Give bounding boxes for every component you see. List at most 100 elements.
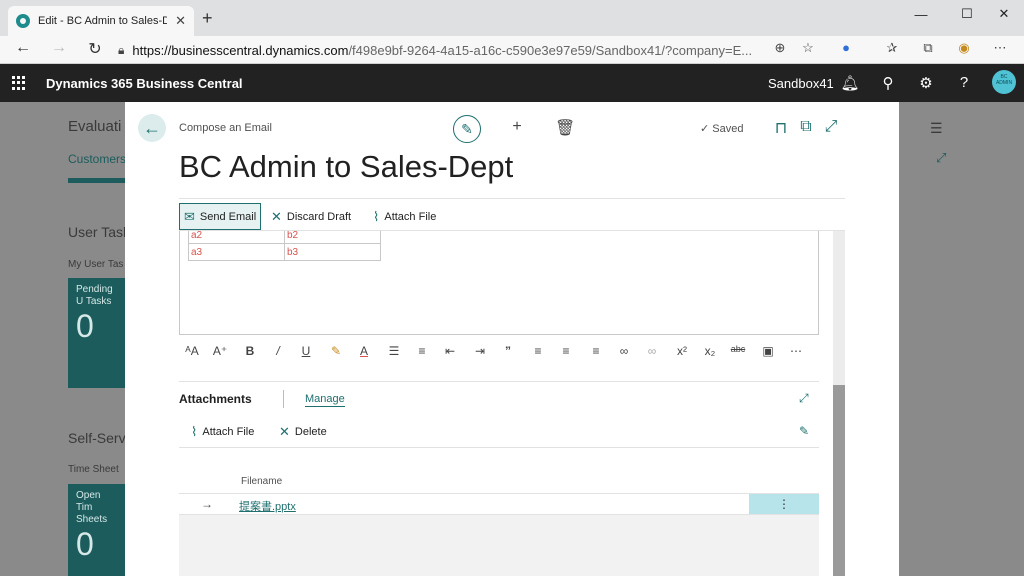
favorites-icon[interactable]: ✰	[882, 40, 902, 56]
table-cell: a3	[188, 243, 285, 261]
filename-column-header[interactable]: Filename	[241, 476, 282, 487]
formatting-toolbar: ᴬA A⁺ B / U ✎ A ☰ ≡ ⇤ ⇥ ” ≡ ≡ ≡ ∞ ∞ x² x…	[179, 342, 819, 364]
list-icon[interactable]: ☰	[930, 120, 943, 137]
help-icon[interactable]: ?	[954, 74, 974, 91]
underline-icon[interactable]: U	[297, 344, 315, 358]
action-bar: ✉ Send Email ✕ Discard Draft ⌇ Attach Fi…	[179, 198, 845, 231]
italic-icon[interactable]: /	[269, 344, 287, 358]
quote-icon[interactable]: ”	[499, 344, 517, 358]
expand-icon[interactable]: ⤢	[936, 150, 946, 166]
open-time-sheets-value: 0	[76, 526, 94, 562]
pending-tasks-tile[interactable]: Pending U Tasks 0	[68, 278, 126, 388]
table-row: a3 b3	[188, 243, 381, 261]
open-time-sheets-tile[interactable]: Open Tim Sheets 0	[68, 484, 126, 576]
attach-file-button[interactable]: ⌇ Attach File	[369, 203, 440, 230]
increase-indent-icon[interactable]: ⇥	[471, 344, 489, 358]
tab-close-icon[interactable]: ✕	[175, 13, 186, 29]
user-tasks-heading: User Task	[68, 224, 130, 240]
minimize-button[interactable]: —	[898, 0, 944, 28]
extension-icon[interactable]: ●	[836, 40, 856, 55]
new-plus-button[interactable]: +	[507, 118, 527, 136]
font-color-icon[interactable]: A	[355, 344, 373, 358]
attachments-attach-file-button[interactable]: ⌇ Attach File	[191, 424, 254, 440]
scrollbar-thumb[interactable]	[833, 385, 845, 576]
browser-tab[interactable]: Edit - BC Admin to Sales-Dept - ✕	[8, 6, 194, 36]
send-email-label: Send Email	[199, 210, 257, 223]
address-bar[interactable]: 🔒︎ https://businesscentral.dynamics.com/…	[118, 39, 823, 61]
time-sheets-label: Time Sheet	[68, 464, 119, 475]
page-caption: Compose an Email	[179, 122, 272, 134]
insert-image-icon[interactable]: ▣	[759, 344, 777, 358]
delete-trash-icon[interactable]: 🗑︎	[555, 118, 575, 138]
close-window-button[interactable]: ✕	[984, 0, 1024, 28]
discard-draft-button[interactable]: ✕ Discard Draft	[267, 203, 355, 230]
strikethrough-icon[interactable]: abc	[729, 344, 747, 354]
attachments-attach-file-label: Attach File	[202, 426, 255, 438]
collections-icon[interactable]: ⧉	[918, 40, 938, 56]
back-arrow-icon[interactable]: ←	[12, 39, 34, 57]
personalize-pin-icon[interactable]: ✎	[799, 424, 809, 438]
numbered-list-icon[interactable]: ≡	[413, 344, 431, 358]
font-size-icon[interactable]: A⁺	[211, 344, 229, 358]
decrease-indent-icon[interactable]: ⇤	[441, 344, 459, 358]
table-row: a2 b2	[188, 231, 381, 244]
edit-pencil-button[interactable]: ✎	[453, 115, 481, 143]
send-email-icon: ✉	[184, 208, 195, 224]
browser-tabstrip: Edit - BC Admin to Sales-Dept - ✕ + — ☐ …	[0, 0, 1024, 36]
new-tab-button[interactable]: +	[202, 8, 213, 29]
app-launcher-icon[interactable]	[12, 76, 26, 90]
collapse-icon[interactable]: ⤢	[821, 118, 841, 136]
app-name: Dynamics 365 Business Central	[46, 76, 243, 91]
font-icon[interactable]: ᴬA	[183, 344, 201, 358]
bc-app-bar: Dynamics 365 Business Central Sandbox41 …	[0, 64, 1024, 102]
url-path: /f498e9bf-9264-4a15-a16c-c590e3e97e59/Sa…	[348, 42, 753, 58]
attachments-list-body	[179, 515, 819, 576]
profile-icon[interactable]: ◉	[954, 40, 974, 56]
align-center-icon[interactable]: ≡	[557, 344, 575, 358]
attachments-actions: ⌇ Attach File ✕ Delete ✎	[179, 418, 819, 448]
refresh-icon[interactable]: ↻	[84, 39, 106, 59]
user-avatar[interactable]: BC ADMIN	[992, 70, 1016, 94]
manage-tab[interactable]: Manage	[305, 393, 345, 407]
search-icon[interactable]: ⚲	[878, 74, 898, 92]
filename-link[interactable]: 提案書.pptx	[239, 498, 296, 514]
table-row[interactable]: → 提案書.pptx ⋮	[179, 493, 819, 515]
forward-arrow-icon[interactable]: →	[48, 39, 70, 57]
site-permissions-icon[interactable]: ⊕	[770, 40, 790, 56]
unlink-icon[interactable]: ∞	[643, 344, 661, 358]
notification-bell-icon[interactable]: 🔔︎	[840, 74, 860, 92]
saved-label: Saved	[712, 123, 744, 135]
email-body-editor[interactable]: a2 b2 a3 b3	[179, 231, 819, 335]
settings-gear-icon[interactable]: ⚙	[916, 74, 936, 92]
lock-icon: 🔒︎	[118, 42, 125, 57]
back-button[interactable]: ←	[138, 114, 166, 142]
more-format-icon[interactable]: ⋯	[787, 344, 805, 358]
bookmark-icon[interactable]: ⊓	[771, 118, 791, 138]
bold-icon[interactable]: B	[241, 344, 259, 358]
attachments-delete-button[interactable]: ✕ Delete	[279, 424, 327, 440]
row-menu-icon[interactable]: ⋮	[749, 494, 819, 514]
divider	[283, 390, 284, 408]
align-right-icon[interactable]: ≡	[587, 344, 605, 358]
attachments-title: Attachments	[179, 392, 252, 406]
expand-part-icon[interactable]: ⤢	[799, 391, 809, 406]
superscript-icon[interactable]: x²	[673, 344, 691, 358]
open-new-window-icon[interactable]: ⧉	[796, 118, 816, 136]
bullet-list-icon[interactable]: ☰	[385, 344, 403, 358]
body-table: a2 b2 a3 b3	[188, 231, 381, 261]
evaluation-heading: Evaluati	[68, 118, 122, 135]
table-cell: b2	[284, 231, 381, 244]
link-icon[interactable]: ∞	[615, 344, 633, 358]
more-menu-icon[interactable]: ⋯	[990, 40, 1010, 56]
self-service-heading: Self-Serv	[68, 430, 126, 446]
saved-status: ✓ Saved	[700, 123, 744, 135]
align-left-icon[interactable]: ≡	[529, 344, 547, 358]
favorite-star-icon[interactable]: ☆	[798, 40, 818, 56]
customers-link[interactable]: Customers	[68, 152, 126, 166]
compose-email-page: ← Compose an Email ✎ + 🗑︎ ✓ Saved ⊓ ⧉ ⤢ …	[125, 102, 899, 576]
highlight-icon[interactable]: ✎	[327, 344, 345, 358]
table-cell: b3	[284, 243, 381, 261]
customers-underline	[68, 178, 126, 183]
send-email-button[interactable]: ✉ Send Email	[179, 203, 262, 230]
subscript-icon[interactable]: x₂	[701, 344, 719, 358]
